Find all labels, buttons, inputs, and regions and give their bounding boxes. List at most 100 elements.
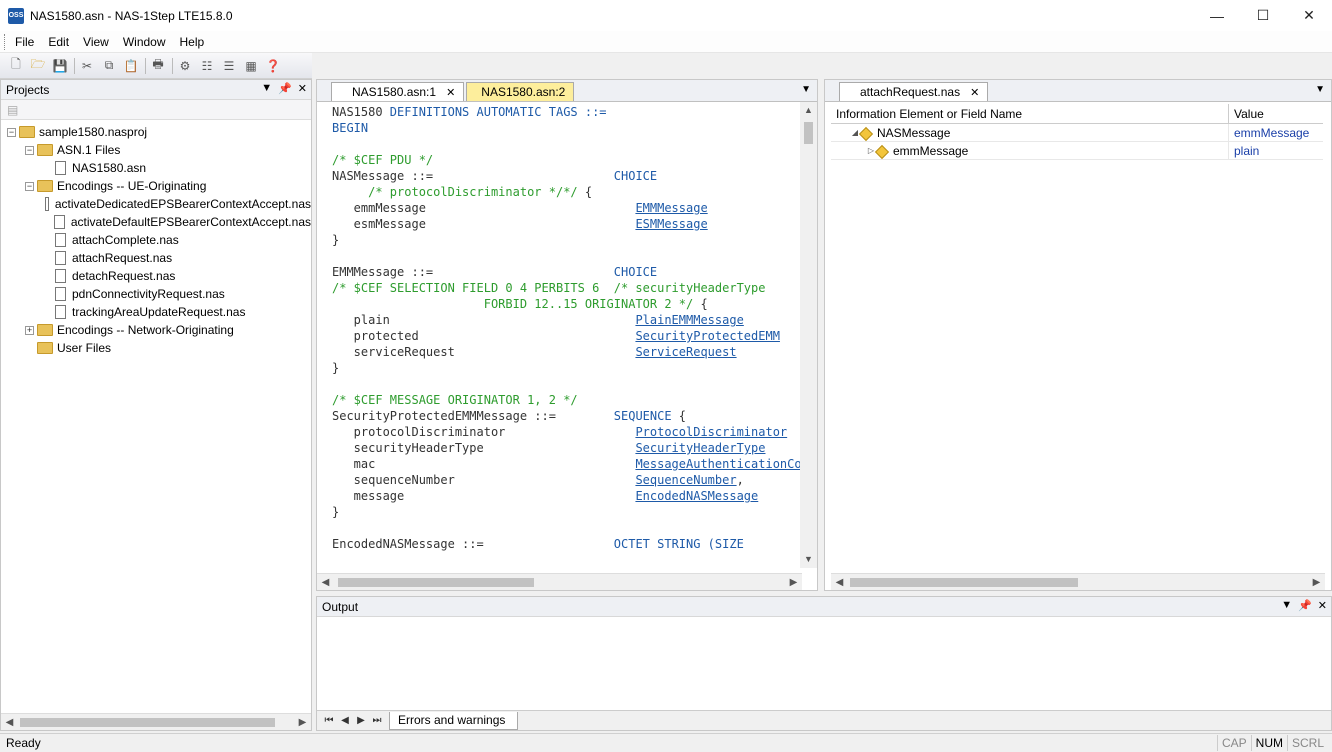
choice-node-icon (861, 127, 875, 139)
file-icon (54, 215, 65, 229)
menu-help[interactable]: Help (173, 31, 212, 53)
close-icon[interactable]: ✕ (298, 82, 307, 95)
field-value[interactable]: plain (1229, 142, 1323, 159)
grid-row[interactable]: ◢ NASMessage emmMessage (831, 124, 1323, 142)
close-button[interactable]: ✕ (1286, 0, 1332, 31)
grid-icon[interactable]: ▦ (243, 58, 259, 74)
grid-row[interactable]: ▷ emmMessage plain (831, 142, 1323, 160)
maximize-button[interactable]: ☐ (1240, 0, 1286, 31)
menu-view[interactable]: View (76, 31, 116, 53)
close-icon[interactable]: ✕ (1318, 599, 1327, 612)
minimize-button[interactable]: — (1194, 0, 1240, 31)
close-icon[interactable]: ✕ (446, 86, 455, 99)
tree-file[interactable]: attachComplete.nas (1, 231, 311, 249)
scroll-thumb[interactable] (850, 578, 1078, 587)
paste-icon[interactable]: 📋 (123, 58, 139, 74)
help-icon[interactable]: ❓ (265, 58, 281, 74)
tab-nas1580-2[interactable]: NAS1580.asn:2 (466, 82, 575, 101)
menu-bar: File Edit View Window Help (0, 31, 1332, 53)
compile-icon[interactable]: ⚙ (177, 58, 193, 74)
scroll-thumb[interactable] (338, 578, 534, 587)
tree-file[interactable]: activateDedicatedEPSBearerContextAccept.… (1, 195, 311, 213)
expander-icon[interactable]: − (25, 181, 34, 191)
scroll-thumb[interactable] (20, 718, 275, 727)
toolbar-separator (172, 57, 173, 74)
tree-folder[interactable]: + Encodings -- Network-Originating (1, 321, 311, 339)
scroll-left-icon[interactable]: ◀ (1, 717, 18, 728)
column-header-value[interactable]: Value (1229, 104, 1323, 123)
first-tab-icon[interactable]: ⏮ (321, 715, 337, 726)
type-link[interactable]: SequenceNumber (635, 473, 736, 487)
print-icon[interactable]: 🖶 (150, 57, 166, 74)
type-link[interactable]: ServiceRequest (635, 345, 736, 359)
chevron-down-icon[interactable]: ▼ (801, 84, 811, 95)
pin-icon[interactable]: 📌 (278, 82, 292, 95)
type-link[interactable]: ESMMessage (635, 217, 707, 231)
tree-file[interactable]: attachRequest.nas (1, 249, 311, 267)
tab-errors-and-warnings[interactable]: Errors and warnings (389, 711, 519, 730)
type-link[interactable]: MessageAuthenticationCode (635, 457, 801, 471)
file-icon (55, 161, 66, 175)
type-link[interactable]: SecurityProtectedEMM (635, 329, 780, 343)
tree-item-label: attachRequest.nas (72, 251, 173, 265)
scroll-up-icon[interactable]: ▲ (800, 102, 817, 119)
tree-file[interactable]: activateDefaultEPSBearerContextAccept.na… (1, 213, 311, 231)
tree-file[interactable]: pdnConnectivityRequest.nas (1, 285, 311, 303)
tree-folder[interactable]: +User Files (1, 339, 311, 357)
type-link[interactable]: ProtocolDiscriminator (635, 425, 787, 439)
type-link[interactable]: EMMMessage (635, 201, 707, 215)
scroll-right-icon[interactable]: ▶ (1308, 577, 1325, 588)
scroll-down-icon[interactable]: ▼ (800, 551, 817, 568)
tree-folder[interactable]: − ASN.1 Files (1, 141, 311, 159)
type-link[interactable]: SecurityHeaderType (635, 441, 765, 455)
scroll-left-icon[interactable]: ◀ (317, 577, 334, 588)
chevron-down-icon[interactable]: ▼ (1315, 84, 1325, 95)
tree-folder[interactable]: − Encodings -- UE-Originating (1, 177, 311, 195)
open-folder-icon[interactable]: 🗁 (30, 57, 46, 74)
pin-icon[interactable]: 📌 (1298, 599, 1312, 612)
prev-tab-icon[interactable]: ◀ (337, 715, 353, 726)
message-hscrollbar[interactable]: ◀ ▶ (831, 573, 1325, 590)
expander-icon[interactable]: + (25, 325, 34, 335)
menu-file[interactable]: File (8, 31, 41, 53)
tree-folder[interactable]: − sample1580.nasproj (1, 123, 311, 141)
field-name: emmMessage (893, 143, 969, 158)
type-link[interactable]: EncodedNASMessage (635, 489, 758, 503)
tree-file[interactable]: detachRequest.nas (1, 267, 311, 285)
chevron-down-icon[interactable]: ▼ (1281, 599, 1292, 612)
cut-icon[interactable]: ✂ (79, 58, 95, 74)
tree-file[interactable]: NAS1580.asn (1, 159, 311, 177)
field-value[interactable]: emmMessage (1229, 124, 1323, 141)
close-icon[interactable]: ✕ (970, 86, 979, 99)
next-tab-icon[interactable]: ▶ (353, 715, 369, 726)
tree-file[interactable]: trackingAreaUpdateRequest.nas (1, 303, 311, 321)
copy-icon[interactable]: ⧉ (101, 58, 117, 74)
code-line: } (332, 360, 801, 376)
code-line: NAS1580 DEFINITIONS AUTOMATIC TAGS ::= (332, 104, 801, 120)
list-icon[interactable]: ☰ (221, 58, 237, 74)
expander-icon[interactable]: − (7, 127, 16, 137)
type-link[interactable]: PlainEMMMessage (635, 313, 743, 327)
tree-icon[interactable]: ☷ (199, 58, 215, 74)
code-line: emmMessage EMMMessage (332, 200, 801, 216)
code-area[interactable]: NAS1580 DEFINITIONS AUTOMATIC TAGS ::= BE… (321, 104, 801, 568)
save-icon[interactable]: 💾 (52, 58, 68, 74)
tab-nas1580-1[interactable]: NAS1580.asn:1 ✕ (331, 82, 465, 101)
projects-hscrollbar[interactable]: ◀ ▶ (1, 713, 311, 730)
menu-window[interactable]: Window (116, 31, 173, 53)
expander-icon[interactable]: − (25, 145, 34, 155)
scroll-thumb[interactable] (804, 122, 813, 144)
menu-edit[interactable]: Edit (41, 31, 76, 53)
scroll-right-icon[interactable]: ▶ (785, 577, 802, 588)
folder-icon (19, 126, 35, 138)
scroll-right-icon[interactable]: ▶ (294, 717, 311, 728)
new-file-icon[interactable]: 🗋 (8, 57, 24, 74)
column-header-name[interactable]: Information Element or Field Name (831, 104, 1229, 123)
chevron-down-icon[interactable]: ▼ (261, 82, 272, 95)
tab-attach-request[interactable]: attachRequest.nas ✕ (839, 82, 989, 101)
scroll-left-icon[interactable]: ◀ (831, 577, 848, 588)
last-tab-icon[interactable]: ⏭ (369, 715, 385, 726)
editor-hscrollbar[interactable]: ◀ ▶ (317, 573, 802, 590)
editor-vscrollbar[interactable]: ▲ ▼ (800, 102, 817, 568)
properties-icon[interactable]: ▤ (7, 103, 18, 117)
